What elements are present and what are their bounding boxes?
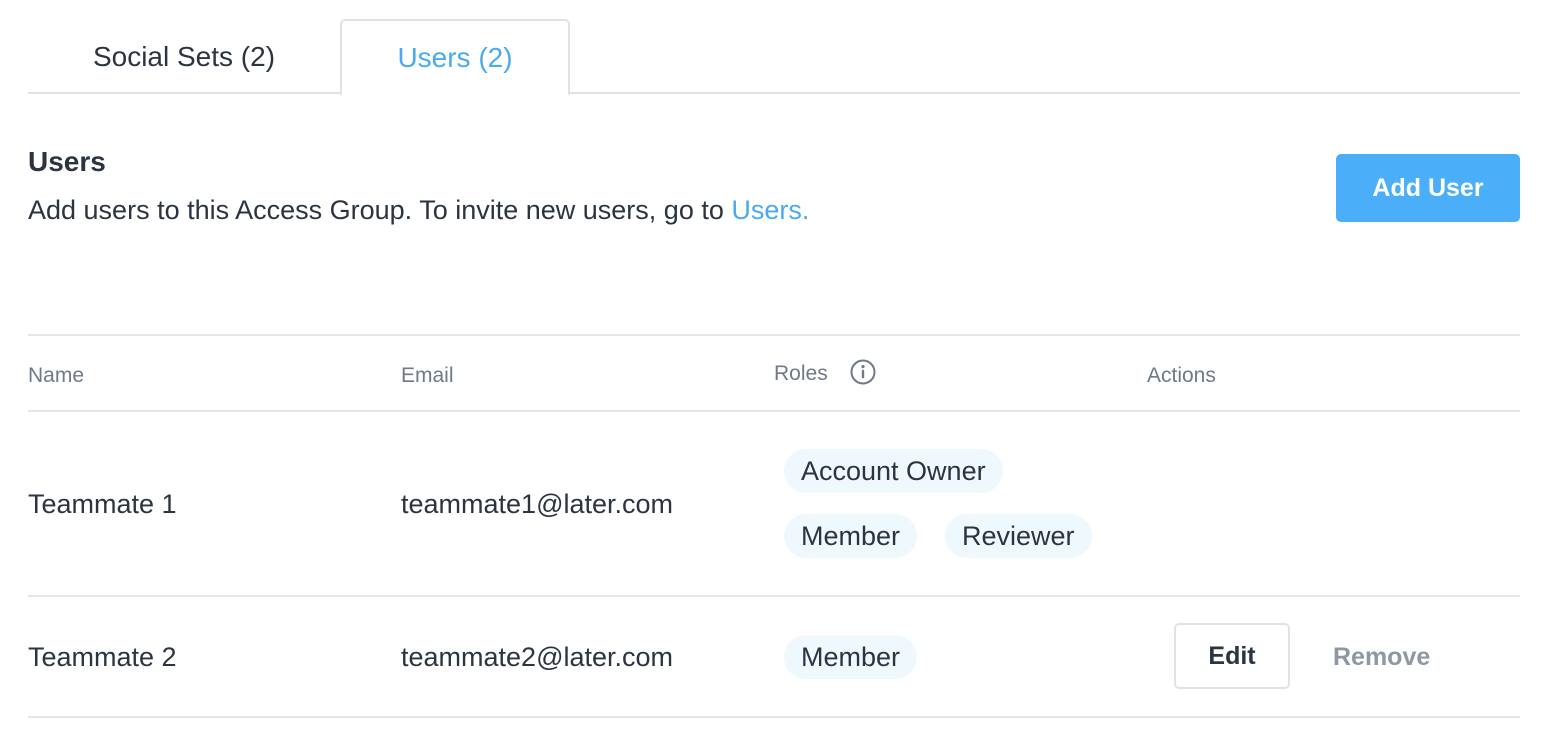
column-header-roles: Roles: [774, 362, 828, 385]
tab-bar: Social Sets (2) Users (2): [28, 19, 1520, 96]
row-name: Teammate 1: [28, 489, 177, 519]
access-group-users-page: Social Sets (2) Users (2) Users Add user…: [0, 0, 1558, 742]
role-badge: Reviewer: [945, 514, 1092, 558]
tab-users[interactable]: Users (2): [340, 19, 570, 96]
column-header-email: Email: [401, 364, 454, 387]
column-header-actions: Actions: [1147, 364, 1216, 387]
remove-button[interactable]: Remove: [1333, 643, 1430, 672]
role-badge: Member: [784, 635, 918, 679]
row-email: teammate1@later.com: [401, 489, 674, 519]
role-badge: Account Owner: [784, 449, 1003, 493]
add-user-button[interactable]: Add User: [1336, 154, 1520, 222]
users-link[interactable]: Users.: [731, 195, 809, 225]
table-top-divider: [28, 334, 1520, 336]
info-circle-icon[interactable]: [850, 359, 876, 385]
section-title: Users: [28, 146, 106, 177]
edit-button[interactable]: Edit: [1174, 623, 1290, 689]
row-name: Teammate 2: [28, 642, 177, 672]
column-header-name: Name: [28, 364, 85, 387]
header-divider: [28, 410, 1520, 412]
table-bottom-divider: [28, 716, 1520, 718]
section-description: Add users to this Access Group. To invit…: [28, 195, 809, 226]
role-badge: Member: [784, 514, 918, 558]
description-text: Add users to this Access Group. To invit…: [28, 195, 732, 225]
row-email: teammate2@later.com: [401, 642, 674, 672]
row-divider: [28, 595, 1520, 597]
tab-social-sets[interactable]: Social Sets (2): [28, 19, 340, 94]
